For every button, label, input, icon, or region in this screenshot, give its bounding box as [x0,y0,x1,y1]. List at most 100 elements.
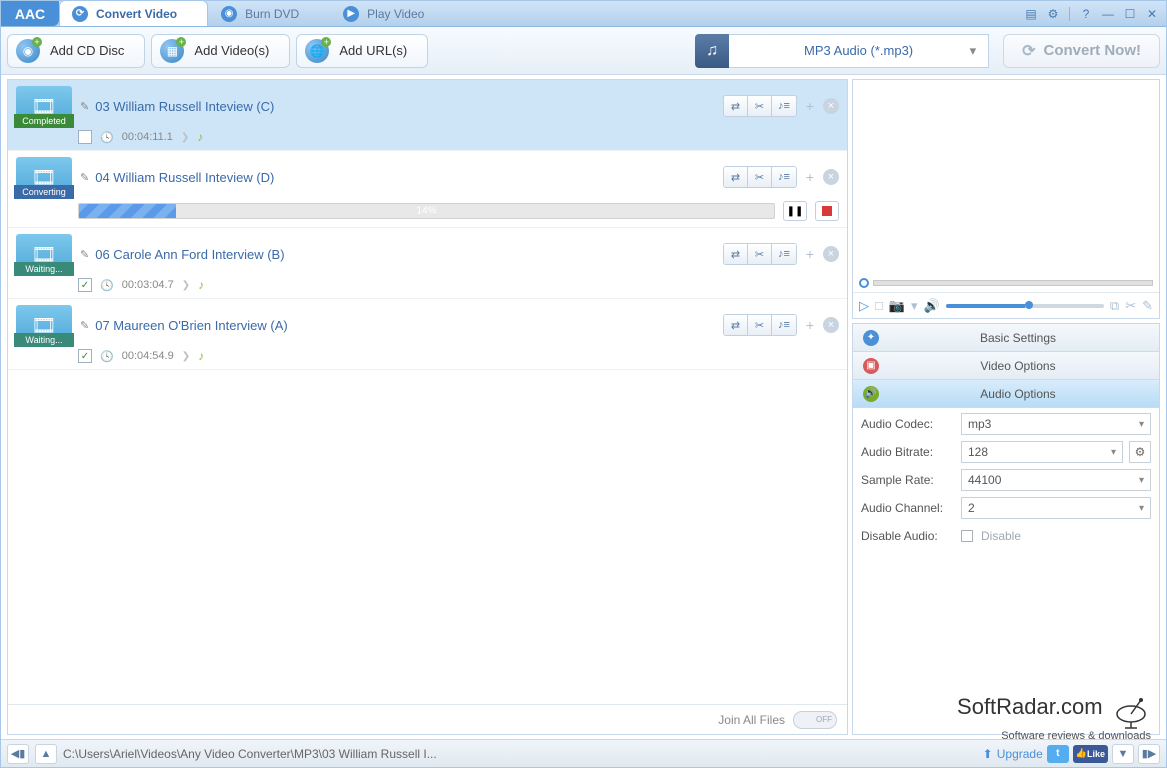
file-checkbox[interactable]: ✓ [78,349,92,363]
swap-icon[interactable]: ⇄ [724,315,748,335]
clock-icon: 🕓 [100,279,114,292]
snapshot-icon[interactable]: 📷 [889,298,905,314]
file-row[interactable]: 🎞 Waiting... ✎ 06 Carole Ann Ford Interv… [8,228,847,299]
cut-icon[interactable]: ✂ [748,244,772,264]
audio-channel-select[interactable]: 2 [961,497,1151,519]
file-row[interactable]: 🎞 Converting ✎ 04 William Russell Intevi… [8,151,847,228]
preview-play-icon[interactable]: ▷ [859,298,869,314]
list-icon[interactable]: ♪≡ [772,244,796,264]
chevron-right-icon: ❯ [181,132,189,143]
status-badge: Waiting... [14,262,74,276]
cut-icon[interactable]: ✂ [748,167,772,187]
accordion-label: Video Options [887,359,1149,373]
cut-icon[interactable]: ✂ [748,315,772,335]
swap-icon[interactable]: ⇄ [724,167,748,187]
globe-icon: 🌐+ [305,39,329,63]
file-title[interactable]: 04 William Russell Inteview (D) [95,170,274,185]
play-icon: ▶ [343,6,359,22]
add-icon[interactable]: + [801,316,819,334]
maximize-icon[interactable]: ☐ [1120,5,1140,23]
preferences-icon[interactable]: ▤ [1021,5,1041,23]
file-title[interactable]: 06 Carole Ann Ford Interview (B) [95,247,284,262]
format-label: MP3 Audio (*.mp3) [804,43,913,58]
volume-icon[interactable]: 🔊 [924,298,940,314]
swap-icon[interactable]: ⇄ [724,96,748,116]
facebook-like-icon[interactable]: 👍 Like [1073,745,1108,763]
remove-icon[interactable]: × [823,169,839,185]
add-icon[interactable]: + [801,245,819,263]
cut-icon[interactable]: ✂ [1125,298,1136,314]
join-files-toggle[interactable]: OFF [793,711,837,729]
status-badge: Completed [14,114,74,128]
convert-now-button[interactable]: ⟳ Convert Now! [1003,34,1160,68]
audio-codec-label: Audio Codec: [861,417,955,431]
remove-icon[interactable]: × [823,317,839,333]
music-note-icon: ♪ [197,130,203,144]
effects-icon[interactable]: ✎ [1142,298,1153,314]
edit-icon[interactable]: ✎ [80,319,89,332]
disable-audio-text: Disable [981,529,1021,543]
disc-icon: ◉ [221,6,237,22]
chevron-down-icon[interactable]: ▾ [911,298,918,314]
accordion-audio-options[interactable]: 🔊 Audio Options [853,380,1159,408]
list-icon[interactable]: ♪≡ [772,96,796,116]
music-note-icon: ♪ [198,349,204,363]
preview-stop-icon[interactable]: □ [875,298,883,313]
crop-icon[interactable]: ⧉ [1110,298,1119,314]
up-button[interactable]: ▲ [35,744,57,764]
volume-slider[interactable] [946,304,1104,308]
twitter-icon[interactable]: t [1047,745,1069,763]
file-row[interactable]: 🎞 Completed ✎ 03 William Russell Intevie… [8,80,847,151]
file-title[interactable]: 07 Maureen O'Brien Interview (A) [95,318,288,333]
status-badge: Converting [14,185,74,199]
audio-icon: 🔊 [863,386,879,402]
edit-icon[interactable]: ✎ [80,100,89,113]
add-icon[interactable]: + [801,168,819,186]
stop-button[interactable] [815,201,839,221]
list-icon[interactable]: ♪≡ [772,315,796,335]
remove-icon[interactable]: × [823,246,839,262]
swap-icon[interactable]: ⇄ [724,244,748,264]
tab-play-video[interactable]: ▶ Play Video [330,0,455,26]
button-label: Add URL(s) [339,43,407,58]
edit-icon[interactable]: ✎ [80,248,89,261]
bitrate-gear-icon[interactable]: ⚙ [1129,441,1151,463]
file-checkbox[interactable]: ✓ [78,278,92,292]
cut-icon[interactable]: ✂ [748,96,772,116]
disc-icon: ◉+ [16,39,40,63]
output-format-select[interactable]: MP3 Audio (*.mp3) [729,34,989,68]
accordion-basic-settings[interactable]: ✦ Basic Settings [853,324,1159,352]
file-thumbnail: 🎞 Waiting... [16,305,72,345]
toolbar: ◉+ Add CD Disc ▦+ Add Video(s) 🌐+ Add UR… [1,27,1166,75]
sample-rate-select[interactable]: 44100 [961,469,1151,491]
refresh-icon: ⟳ [72,6,88,22]
audio-bitrate-select[interactable]: 128 [961,441,1123,463]
scrubber[interactable] [853,274,1159,292]
next-button[interactable]: ▮▶ [1138,744,1160,764]
down-button[interactable]: ▼ [1112,744,1134,764]
accordion-label: Audio Options [887,387,1149,401]
accordion-video-options[interactable]: ▣ Video Options [853,352,1159,380]
file-title[interactable]: 03 William Russell Inteview (C) [95,99,274,114]
add-icon[interactable]: + [801,97,819,115]
list-icon[interactable]: ♪≡ [772,167,796,187]
tab-burn-dvd[interactable]: ◉ Burn DVD [208,0,330,26]
list-footer: Join All Files OFF [8,704,847,734]
help-icon[interactable]: ? [1076,5,1096,23]
edit-icon[interactable]: ✎ [80,171,89,184]
remove-icon[interactable]: × [823,98,839,114]
file-row[interactable]: 🎞 Waiting... ✎ 07 Maureen O'Brien Interv… [8,299,847,370]
add-videos-button[interactable]: ▦+ Add Video(s) [151,34,290,68]
pause-button[interactable]: ❚❚ [783,201,807,221]
tab-convert-video[interactable]: ⟳ Convert Video [59,0,208,26]
disable-audio-checkbox[interactable] [961,530,973,542]
file-checkbox[interactable] [78,130,92,144]
add-cd-disc-button[interactable]: ◉+ Add CD Disc [7,34,145,68]
upgrade-link[interactable]: ⬆ Upgrade [983,747,1043,761]
close-icon[interactable]: ✕ [1142,5,1162,23]
gear-icon[interactable]: ⚙ [1043,5,1063,23]
add-urls-button[interactable]: 🌐+ Add URL(s) [296,34,428,68]
audio-codec-select[interactable]: mp3 [961,413,1151,435]
prev-button[interactable]: ◀▮ [7,744,29,764]
minimize-icon[interactable]: — [1098,5,1118,23]
